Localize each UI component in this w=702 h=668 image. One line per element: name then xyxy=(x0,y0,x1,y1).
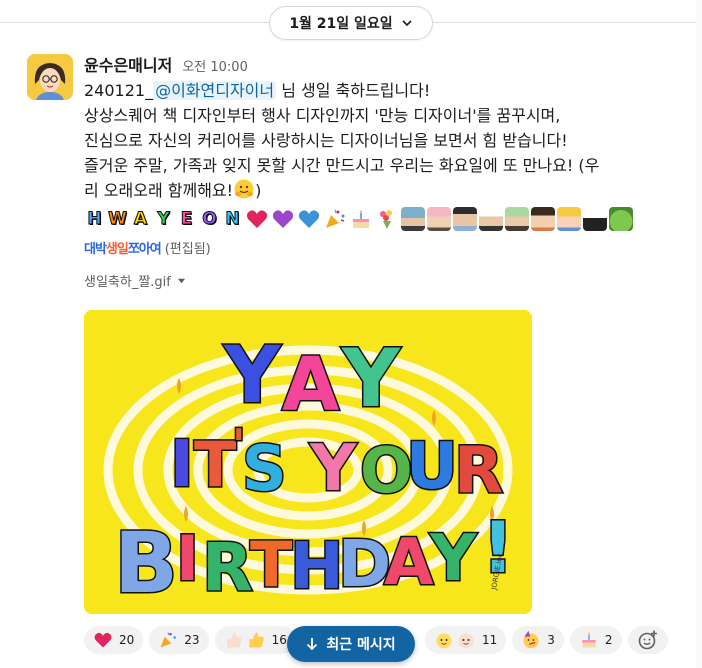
gif-letter: Y xyxy=(341,332,401,425)
scrollbar-track[interactable] xyxy=(696,0,702,668)
gif-letter: U xyxy=(406,430,458,504)
file-name[interactable]: 생일축하_짤.gif xyxy=(84,271,171,290)
team-member-face-icon xyxy=(453,207,477,231)
add-reaction-button[interactable] xyxy=(627,626,668,654)
user-avatar-illustration xyxy=(27,54,73,100)
team-member-face-icon xyxy=(479,207,503,231)
reaction-count: 23 xyxy=(184,633,200,647)
gif-letter: Y xyxy=(309,432,357,506)
gif-letter: R xyxy=(202,529,253,606)
frog-face-icon xyxy=(609,207,633,231)
team-member-face-icon xyxy=(401,207,425,231)
caret-down-icon[interactable] xyxy=(177,276,186,285)
chevron-down-icon xyxy=(402,20,412,27)
birthday-gif-art: Y A Y I T ' S Y O U R B I R T H D A Y ! … xyxy=(84,310,532,614)
message-line3: 진심으로 자신의 커리어를 사랑하시는 디자이너님을 보면서 힘 받습니다! xyxy=(84,131,568,150)
file-attachment-header[interactable]: 생일축하_짤.gif xyxy=(84,270,694,290)
team-member-face-icon xyxy=(557,207,581,231)
jump-to-recent-label: 최근 메시지 xyxy=(326,637,396,653)
hwayeon-letter-emoji: O xyxy=(202,209,217,230)
hwayeon-letter-emoji: E xyxy=(180,209,193,230)
reaction-thumbs-up[interactable]: 16 xyxy=(214,626,296,654)
reaction-partying-face[interactable]: 3 xyxy=(512,626,564,654)
gif-letter: I xyxy=(170,428,194,502)
team-member-face-icon xyxy=(505,207,529,231)
reaction-party-popper[interactable]: 23 xyxy=(149,626,209,654)
edited-label: (편집됨) xyxy=(164,241,211,257)
reaction-bar: 20 23 16 xyxy=(84,626,296,654)
purple-heart-icon xyxy=(272,210,294,228)
add-emoji-icon xyxy=(638,630,657,650)
daebak-part: 쪼아여 xyxy=(127,241,162,257)
daebak-part: 생일 xyxy=(105,241,129,257)
bouquet-icon xyxy=(380,210,392,229)
gif-letter: Y xyxy=(429,522,477,596)
birthday-cake-icon xyxy=(582,632,596,648)
message-line2: 상상스퀘어 책 디자인부터 행사 디자인까지 '만능 디자이너'를 꿈꾸시며, xyxy=(84,106,561,125)
date-divider-button[interactable]: 1월 21일 일요일 xyxy=(269,6,433,40)
red-heart-icon xyxy=(94,632,112,648)
reaction-birthday-cake[interactable]: 2 xyxy=(569,626,622,654)
baby-face-icon xyxy=(458,633,474,649)
gif-letter: R xyxy=(454,434,503,508)
blue-heart-icon xyxy=(298,210,320,228)
team-member-face-icon xyxy=(427,207,451,231)
gif-letter: H xyxy=(290,530,344,604)
arrow-down-icon xyxy=(307,638,318,651)
hwayeon-letter-emoji: W xyxy=(108,209,128,230)
reaction-count: 2 xyxy=(604,633,613,647)
hwayeon-letter-emoji: N xyxy=(225,209,240,230)
gif-letter: I xyxy=(176,522,199,595)
avatar[interactable] xyxy=(27,54,73,100)
message-line5-close: ) xyxy=(255,181,262,200)
user-mention[interactable]: @이화연디자이너 xyxy=(153,81,277,100)
message[interactable]: 윤수은매니저 오전 10:00 240121_ @이화연디자이너 님 생일 축하드… xyxy=(84,52,694,290)
message-line1-prefix: 240121_ xyxy=(84,81,154,100)
birthday-gif[interactable]: Y A Y I T ' S Y O U R B I R T H D A Y ! … xyxy=(84,310,532,614)
reaction-count: 16 xyxy=(271,633,287,647)
message-timestamp[interactable]: 오전 10:00 xyxy=(182,56,248,75)
team-member-face-icon xyxy=(583,207,607,231)
message-author[interactable]: 윤수은매니저 xyxy=(84,52,172,76)
message-line5: 리 오래오래 함께해요! xyxy=(84,181,234,200)
baby-face-icon xyxy=(436,633,452,649)
reaction-count: 3 xyxy=(547,633,555,647)
message-line1-suffix: 님 생일 축하드립니다! xyxy=(276,81,431,100)
reaction-count: 11 xyxy=(482,633,498,647)
reaction-count: 20 xyxy=(119,633,135,647)
gif-letter: B xyxy=(114,514,178,612)
hwayeon-letter-emoji: A xyxy=(133,209,148,230)
birthday-cake-icon xyxy=(353,210,369,228)
party-popper-icon xyxy=(160,632,177,648)
daebak-part: 대박 xyxy=(84,241,107,257)
gif-letter: S xyxy=(242,432,287,505)
hugging-face-icon xyxy=(234,179,254,199)
hwayeon-letter-emoji: Y xyxy=(157,209,170,230)
gif-letter: T xyxy=(194,428,236,501)
reaction-bar-right: 11 3 2 xyxy=(425,626,668,654)
date-divider-label: 1월 21일 일요일 xyxy=(289,16,393,32)
gif-letter: A xyxy=(282,342,339,428)
message-line4: 즐거운 주말, 가족과 잊지 못할 시간 만드시고 우리는 화요일에 또 만나요… xyxy=(84,156,600,175)
reaction-red-heart[interactable]: 20 xyxy=(84,626,144,654)
team-member-face-icon xyxy=(531,207,555,231)
thumbs-up-icon xyxy=(248,632,264,648)
hwayeon-letter-emoji: H xyxy=(87,209,102,230)
gif-letter: A xyxy=(384,526,434,600)
message-body: 240121_ @이화연디자이너 님 생일 축하드립니다! 상상스퀘어 책 디자인… xyxy=(84,78,694,203)
gif-letter: O xyxy=(360,434,413,507)
partying-face-icon xyxy=(523,630,539,649)
jump-to-recent-button[interactable]: 최근 메시지 xyxy=(287,626,415,662)
gif-letter: Y xyxy=(223,331,282,421)
thumbs-up-icon xyxy=(226,632,242,648)
custom-emoji-row: H W A Y E O N xyxy=(84,205,694,233)
party-popper-icon xyxy=(326,209,345,228)
gif-letter: T xyxy=(250,528,292,601)
red-heart-icon xyxy=(246,210,268,228)
reaction-baby-faces[interactable]: 11 xyxy=(425,626,507,654)
daebak-custom-emoji: 대박생일쪼아여 xyxy=(84,238,162,257)
